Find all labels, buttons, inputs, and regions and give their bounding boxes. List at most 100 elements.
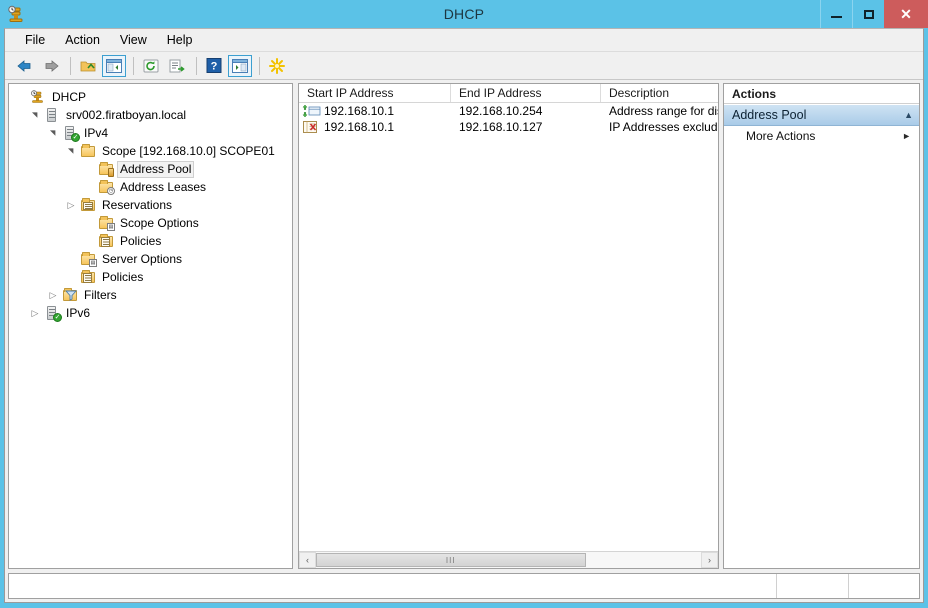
- toolbar-separator-3: [196, 56, 197, 75]
- column-header-start-ip[interactable]: Start IP Address: [299, 84, 451, 102]
- actions-pane: Actions Address Pool ▲ More Actions ►: [723, 83, 920, 569]
- exclusion-range-icon: [302, 120, 322, 134]
- status-bar: [8, 573, 920, 599]
- address-pool-icon: [97, 161, 115, 177]
- tree-item-address-leases[interactable]: ◷ Address Leases: [9, 178, 292, 196]
- cell-description: Address range for distr: [609, 104, 718, 118]
- tree-item-filters[interactable]: Filters: [9, 286, 292, 304]
- tree-item-server-options[interactable]: ▤ Server Options: [9, 250, 292, 268]
- tree-item-server[interactable]: srv002.firatboyan.local: [9, 106, 292, 124]
- tree-item-ipv6[interactable]: ✓ IPv6: [9, 304, 292, 322]
- help-icon[interactable]: ?: [202, 55, 226, 77]
- tree-item-address-pool[interactable]: Address Pool: [9, 160, 292, 178]
- twisty-collapsed[interactable]: [63, 200, 79, 211]
- address-range-icon: [302, 104, 322, 118]
- tree-item-server-policies[interactable]: Policies: [9, 268, 292, 286]
- cell-end-ip: 192.168.10.127: [459, 120, 543, 134]
- toolbar-separator: [70, 56, 71, 75]
- show-hide-action-pane-icon[interactable]: [228, 54, 252, 77]
- tree-label: Policies: [120, 233, 162, 248]
- close-button[interactable]: ✕: [884, 0, 928, 28]
- twisty-expanded[interactable]: [63, 147, 79, 155]
- cell-description: IP Addresses excluded: [609, 120, 718, 134]
- column-header-end-ip[interactable]: End IP Address: [451, 84, 601, 102]
- menu-action[interactable]: Action: [55, 30, 110, 51]
- back-icon[interactable]: [13, 55, 37, 77]
- scroll-track[interactable]: III: [316, 552, 701, 568]
- tree-label: IPv6: [66, 305, 91, 320]
- tree-item-reservations[interactable]: Reservations: [9, 196, 292, 214]
- horizontal-scrollbar[interactable]: ‹ III ›: [299, 551, 718, 568]
- client-area: File Action View Help ? DHCP ◢ srv002.fi…: [4, 28, 924, 603]
- tree-item-ipv4[interactable]: ✓ IPv4: [9, 124, 292, 142]
- console-tree[interactable]: DHCP srv002.firatboyan.local ✓ IPv4: [8, 83, 293, 569]
- menu-file[interactable]: File: [15, 30, 55, 51]
- dhcp-server-icon: [5, 4, 27, 26]
- status-segment-2: [849, 574, 919, 598]
- dhcp-window: DHCP ✕ File Action View Help ? DHCP ◢ sr…: [0, 0, 928, 608]
- window-title: DHCP: [443, 6, 485, 22]
- svg-text:?: ?: [211, 61, 218, 73]
- scroll-right-button[interactable]: ›: [701, 552, 718, 568]
- refresh-icon[interactable]: [139, 55, 163, 77]
- policies-icon: [97, 233, 115, 249]
- twisty-collapsed[interactable]: [45, 290, 61, 301]
- cell-start-ip: 192.168.10.1: [299, 120, 451, 134]
- tree-label: Server Options: [102, 251, 183, 266]
- twisty-expanded[interactable]: [45, 129, 61, 137]
- list-header: Start IP Address End IP Address Descript…: [299, 84, 718, 103]
- tree-label: IPv4: [84, 125, 109, 140]
- status-text: [9, 574, 777, 598]
- scroll-left-button[interactable]: ‹: [299, 552, 316, 568]
- toolbar: ?: [5, 52, 923, 80]
- tree-label: Address Pool: [117, 160, 195, 178]
- table-row[interactable]: 192.168.10.1 192.168.10.127 IP Addresses…: [299, 119, 718, 135]
- tree-item-scope-options[interactable]: ▤ Scope Options: [9, 214, 292, 232]
- chevron-up-icon[interactable]: ▲: [904, 110, 913, 120]
- tree-label: Reservations: [102, 197, 173, 212]
- tree-item-dhcp[interactable]: DHCP: [9, 88, 292, 106]
- menu-bar: File Action View Help: [5, 29, 923, 52]
- up-one-level-icon[interactable]: [76, 55, 100, 77]
- export-list-icon[interactable]: [165, 55, 189, 77]
- scope-options-icon: ▤: [97, 215, 115, 231]
- menu-help[interactable]: Help: [157, 30, 203, 51]
- action-label: More Actions: [746, 129, 816, 143]
- filters-icon: [61, 287, 79, 303]
- table-row[interactable]: 192.168.10.1 192.168.10.254 Address rang…: [299, 103, 718, 119]
- window-controls: ✕: [820, 0, 928, 28]
- twisty-expanded[interactable]: [27, 111, 43, 119]
- column-header-description[interactable]: Description: [601, 84, 718, 102]
- toolbar-separator-4: [259, 56, 260, 75]
- action-more-actions[interactable]: More Actions ►: [724, 126, 919, 146]
- server-check-icon: ✓: [43, 305, 62, 322]
- show-hide-console-tree-icon[interactable]: [102, 54, 126, 77]
- new-scope-icon[interactable]: [265, 55, 289, 77]
- server-check-icon: ✓: [61, 125, 80, 142]
- tree-label: Policies: [102, 269, 144, 284]
- scroll-thumb[interactable]: III: [316, 553, 586, 567]
- toolbar-separator-2: [133, 56, 134, 75]
- tree-item-scope[interactable]: Scope [192.168.10.0] SCOPE01: [9, 142, 292, 160]
- folder-icon: [79, 143, 97, 159]
- tree-item-scope-policies[interactable]: Policies: [9, 232, 292, 250]
- start-ip-value: 192.168.10.1: [324, 120, 395, 134]
- tree-label: Filters: [84, 287, 117, 302]
- reservations-icon: [79, 197, 97, 213]
- dhcp-root-icon: [29, 89, 47, 105]
- chevron-right-icon: ►: [902, 131, 911, 141]
- cell-start-ip: 192.168.10.1: [299, 104, 451, 118]
- actions-section-address-pool[interactable]: Address Pool ▲: [724, 104, 919, 126]
- forward-icon[interactable]: [39, 55, 63, 77]
- status-segment-1: [777, 574, 849, 598]
- panes-container: DHCP srv002.firatboyan.local ✓ IPv4: [5, 80, 923, 569]
- maximize-button[interactable]: [852, 0, 884, 28]
- actions-header: Actions: [724, 84, 919, 104]
- actions-section-label: Address Pool: [732, 108, 807, 122]
- twisty-collapsed[interactable]: [27, 308, 43, 319]
- menu-view[interactable]: View: [110, 30, 157, 51]
- tree-label: srv002.firatboyan.local: [66, 107, 187, 122]
- address-pool-list[interactable]: Start IP Address End IP Address Descript…: [298, 83, 719, 569]
- minimize-button[interactable]: [820, 0, 852, 28]
- tree-label: DHCP: [52, 89, 87, 104]
